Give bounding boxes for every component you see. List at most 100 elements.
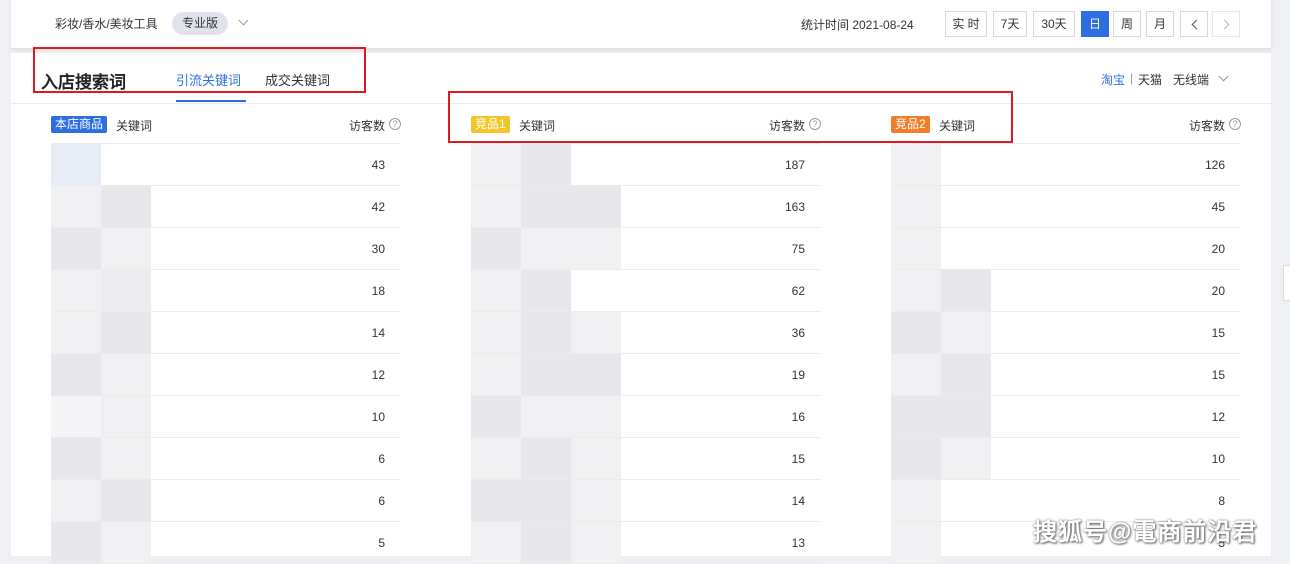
table-row: 6 xyxy=(51,438,401,480)
category-breadcrumb[interactable]: 彩妆/香水/美妆工具 xyxy=(55,15,158,32)
table-row: 163 xyxy=(471,186,821,228)
visitor-count: 13 xyxy=(791,536,805,550)
redacted-keyword xyxy=(51,438,151,479)
channel-separator: | xyxy=(1130,71,1134,85)
column-header: 本店商品 关键词 访客数 ? xyxy=(51,104,401,144)
table-row: 36 xyxy=(471,312,821,354)
range-30d-button[interactable]: 30天 xyxy=(1033,11,1075,37)
visitor-count: 20 xyxy=(1211,242,1225,256)
help-icon[interactable]: ? xyxy=(1229,118,1241,130)
keyword-header: 关键词 xyxy=(116,119,153,133)
annotation-box-title-tabs xyxy=(33,47,366,93)
table-row: 15 xyxy=(891,312,1241,354)
range-day-button[interactable]: 日 xyxy=(1081,11,1109,37)
visitor-count: 10 xyxy=(371,410,385,424)
table-row: 14 xyxy=(471,480,821,522)
table-row: 15 xyxy=(471,438,821,480)
redacted-keyword xyxy=(891,186,941,227)
device-selector[interactable]: 无线端 xyxy=(1173,71,1209,88)
redacted-keyword xyxy=(471,228,621,269)
redacted-keyword xyxy=(51,228,151,269)
redacted-keyword xyxy=(471,522,621,563)
table-row: 19 xyxy=(471,354,821,396)
redacted-keyword xyxy=(471,186,621,227)
category-chevron-down-icon[interactable] xyxy=(238,15,249,26)
prev-date-button[interactable] xyxy=(1180,11,1208,37)
visitor-count: 163 xyxy=(784,200,805,214)
visitor-count: 20 xyxy=(1211,284,1225,298)
redacted-keyword xyxy=(891,270,991,311)
device-chevron-down-icon[interactable] xyxy=(1218,71,1229,82)
range-realtime-button[interactable]: 实 时 xyxy=(945,11,987,37)
chevron-left-icon xyxy=(1191,19,1202,30)
side-panel-handle[interactable] xyxy=(1283,265,1290,301)
table-row: 12 xyxy=(51,354,401,396)
next-date-button[interactable] xyxy=(1212,11,1240,37)
visitor-count: 30 xyxy=(371,242,385,256)
visitor-count: 62 xyxy=(791,284,805,298)
visitor-count: 12 xyxy=(371,368,385,382)
channel-tmall[interactable]: 天猫 xyxy=(1138,71,1162,88)
visitor-count: 19 xyxy=(791,368,805,382)
table-row: 187 xyxy=(471,144,821,186)
table-row: 43 xyxy=(51,144,401,186)
active-tab-indicator xyxy=(176,100,246,102)
table-row: 5 xyxy=(51,522,401,564)
visitor-count: 18 xyxy=(371,284,385,298)
visitor-count: 75 xyxy=(791,242,805,256)
visitor-count: 10 xyxy=(1211,452,1225,466)
redacted-keyword xyxy=(891,228,941,269)
visitor-count: 15 xyxy=(1211,326,1225,340)
keyword-rows: 43 42 30 18 14 12 10 6 6 5 xyxy=(51,144,401,564)
visitor-header: 访客数 xyxy=(1188,119,1225,133)
visitor-count: 5 xyxy=(378,536,385,550)
visitor-count: 126 xyxy=(1204,158,1225,172)
visitor-count: 45 xyxy=(1211,200,1225,214)
watermark: 搜狐号@電商前沿君 xyxy=(1033,519,1258,546)
range-month-button[interactable]: 月 xyxy=(1146,11,1174,37)
table-row: 13 xyxy=(471,522,821,564)
redacted-keyword xyxy=(51,396,151,437)
chevron-right-icon xyxy=(1219,19,1230,30)
visitor-count: 43 xyxy=(371,158,385,172)
redacted-keyword xyxy=(51,186,151,227)
channel-taobao[interactable]: 淘宝 xyxy=(1101,71,1125,88)
stat-time: 统计时间 2021-08-24 xyxy=(801,18,914,32)
visitor-count: 36 xyxy=(791,326,805,340)
redacted-keyword xyxy=(51,354,151,395)
help-icon[interactable]: ? xyxy=(389,118,401,130)
redacted-keyword xyxy=(891,480,941,521)
own-product-tag: 本店商品 xyxy=(51,116,108,133)
table-row: 30 xyxy=(51,228,401,270)
keyword-rows: 187 163 75 62 36 19 16 15 14 13 xyxy=(471,144,821,564)
own-product-column: 本店商品 关键词 访客数 ? 43 42 30 18 14 12 10 6 6 … xyxy=(51,104,401,564)
table-row: 12 xyxy=(891,396,1241,438)
table-row: 45 xyxy=(891,186,1241,228)
range-week-button[interactable]: 周 xyxy=(1113,11,1141,37)
redacted-keyword xyxy=(51,270,151,311)
table-row: 126 xyxy=(891,144,1241,186)
visitor-count: 6 xyxy=(378,494,385,508)
visitor-count: 15 xyxy=(1211,368,1225,382)
competitor-1-column: 竞品1 关键词 访客数 ? 187 163 75 62 36 19 16 15 … xyxy=(471,104,821,564)
table-row: 10 xyxy=(891,438,1241,480)
redacted-keyword xyxy=(471,270,571,311)
redacted-keyword xyxy=(471,396,621,437)
table-row: 20 xyxy=(891,270,1241,312)
table-row: 14 xyxy=(51,312,401,354)
redacted-keyword xyxy=(891,354,991,395)
redacted-keyword xyxy=(891,144,941,185)
visitor-count: 6 xyxy=(378,452,385,466)
redacted-keyword xyxy=(471,354,621,395)
redacted-keyword xyxy=(471,480,621,521)
redacted-keyword xyxy=(51,144,101,185)
visitor-count: 42 xyxy=(371,200,385,214)
redacted-keyword xyxy=(471,312,621,353)
table-row: 6 xyxy=(51,480,401,522)
visitor-count: 14 xyxy=(791,494,805,508)
table-row: 18 xyxy=(51,270,401,312)
top-bar: 彩妆/香水/美妆工具 专业版 统计时间 2021-08-24 实 时 7天 30… xyxy=(11,0,1271,48)
table-row: 20 xyxy=(891,228,1241,270)
range-7d-button[interactable]: 7天 xyxy=(993,11,1027,37)
visitor-count: 15 xyxy=(791,452,805,466)
